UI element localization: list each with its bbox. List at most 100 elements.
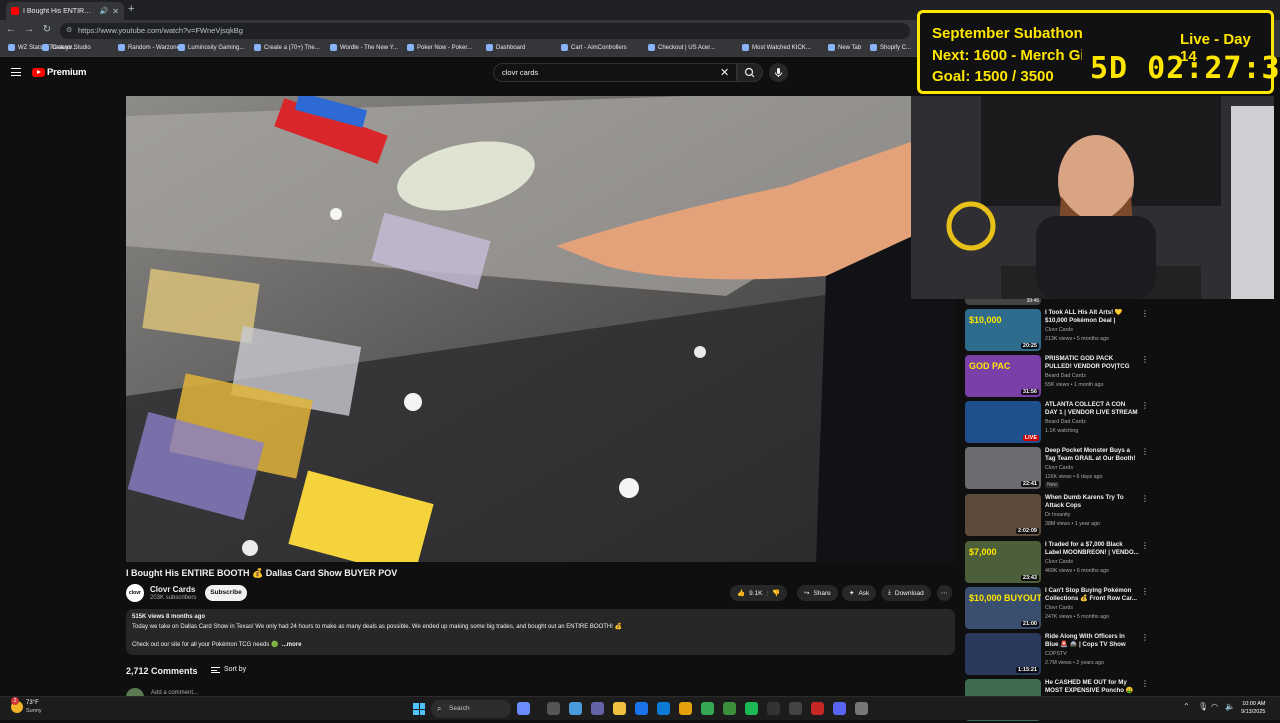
app-icon-4[interactable] bbox=[789, 702, 802, 715]
recommendation-item[interactable]: LIVE ATLANTA COLLECT A CON DAY 1 | VENDOR… bbox=[965, 401, 1275, 445]
bookmark-item[interactable]: Poker Now - Poker... bbox=[407, 44, 472, 51]
subscribe-button[interactable]: Subscribe bbox=[205, 585, 247, 601]
recommendation-item[interactable]: $7,000 23:43 I Traded for a $7,000 Black L… bbox=[965, 541, 1275, 585]
recommendation-channel[interactable]: COPSTV bbox=[1045, 651, 1067, 657]
system-clock[interactable]: 10:00 AM 9/13/2025 bbox=[1241, 700, 1265, 716]
recommendation-title[interactable]: Ride Along With Officers In Blue 🚨 🚔 | C… bbox=[1045, 633, 1139, 649]
bookmark-item[interactable]: Cart - AimControllers bbox=[561, 44, 627, 51]
video-thumbnail[interactable]: LIVE bbox=[965, 401, 1041, 443]
recommendation-item[interactable]: $10,000 BUYOUT! 21:00 I Can't Stop Buying … bbox=[965, 587, 1275, 631]
app-icon-2[interactable] bbox=[679, 702, 692, 715]
bookmark-item[interactable]: Shopify C... bbox=[870, 44, 911, 51]
settings-gear-icon[interactable] bbox=[855, 702, 868, 715]
new-tab-button[interactable]: + bbox=[128, 3, 134, 15]
bookmark-item[interactable]: Create a (70+) The... bbox=[254, 44, 320, 51]
description-box[interactable]: 515K views 8 months ago Today we take on… bbox=[126, 609, 955, 655]
recommendation-channel[interactable]: Clovr Cards bbox=[1045, 465, 1073, 471]
recommendation-item[interactable]: 2:02:09 When Dumb Karens Try To Attack Co… bbox=[965, 494, 1275, 538]
video-thumbnail[interactable]: $10,000 BUYOUT! 21:00 bbox=[965, 587, 1041, 629]
copilot-icon[interactable] bbox=[517, 702, 530, 715]
video-thumbnail[interactable]: GOD PAC 31:56 bbox=[965, 355, 1041, 397]
microphone-tray-icon[interactable]: 🎙 bbox=[1198, 702, 1208, 711]
more-actions-button[interactable]: ⋯ bbox=[937, 585, 952, 601]
sort-comments-button[interactable]: Sort by bbox=[211, 666, 246, 673]
bookmark-item[interactable]: Luminosity Gaming... bbox=[178, 44, 244, 51]
more-vertical-icon[interactable]: ⋮ bbox=[1141, 401, 1149, 410]
recommendation-title[interactable]: I Can't Stop Buying Pokémon Collections … bbox=[1045, 587, 1139, 603]
recommendation-item[interactable]: 1:15:21 Ride Along With Officers In Blue … bbox=[965, 633, 1275, 677]
mail-icon[interactable] bbox=[635, 702, 648, 715]
recommendation-item[interactable]: GOD PAC 31:56 PRISMATIC GOD PACK PULLED! V… bbox=[965, 355, 1275, 399]
video-thumbnail[interactable]: 2:02:09 bbox=[965, 494, 1041, 536]
bookmark-item[interactable]: Random - Warzone... bbox=[118, 44, 185, 51]
bookmark-item[interactable]: Wordle - The New Y... bbox=[330, 44, 398, 51]
search-button[interactable] bbox=[737, 63, 763, 82]
more-vertical-icon[interactable]: ⋮ bbox=[1141, 309, 1149, 318]
more-vertical-icon[interactable]: ⋮ bbox=[1141, 494, 1149, 503]
file-explorer-icon[interactable] bbox=[613, 702, 626, 715]
discord-icon[interactable] bbox=[833, 702, 846, 715]
more-link[interactable]: ...more bbox=[282, 642, 302, 648]
voice-search-button[interactable] bbox=[769, 63, 788, 82]
back-arrow-icon[interactable]: ← bbox=[4, 24, 18, 35]
channel-name[interactable]: Clovr Cards bbox=[150, 585, 195, 594]
bookmark-item[interactable]: Checkout | US Acer... bbox=[648, 44, 715, 51]
chevron-up-icon[interactable]: ⌃ bbox=[1183, 702, 1190, 711]
thumbs-down-icon[interactable]: 👎 bbox=[772, 589, 780, 597]
spotify-icon[interactable] bbox=[745, 702, 758, 715]
bookmark-item[interactable]: Dashboard bbox=[486, 44, 525, 51]
recommendation-title[interactable]: PRISMATIC GOD PACK PULLED! VENDOR POV|TC… bbox=[1045, 355, 1139, 371]
channel-avatar[interactable]: clovr bbox=[126, 584, 144, 602]
recommendation-item[interactable]: $10,000 20:25 I Took ALL His Alt Arts! 💛 $… bbox=[965, 309, 1275, 353]
recommendation-channel[interactable]: Clovr Cards bbox=[1045, 559, 1073, 565]
recommendation-title[interactable]: I Took ALL His Alt Arts! 💛 $10,000 Pokém… bbox=[1045, 309, 1139, 325]
video-player[interactable] bbox=[126, 96, 956, 562]
task-view-icon[interactable] bbox=[547, 702, 560, 715]
recommendation-channel[interactable]: Beard Dad Cardz bbox=[1045, 419, 1086, 425]
menu-hamburger-icon[interactable] bbox=[11, 68, 21, 76]
taskbar-search[interactable]: ⌕ Search bbox=[431, 700, 511, 718]
youtube-logo-icon[interactable] bbox=[32, 68, 45, 77]
ask-button[interactable]: ✦ Ask bbox=[842, 585, 877, 601]
wifi-icon[interactable]: ◠ bbox=[1211, 702, 1218, 711]
bookmark-item[interactable]: Most Watched KICK... bbox=[742, 44, 811, 51]
close-tab-icon[interactable]: ✕ bbox=[112, 7, 119, 16]
reload-icon[interactable]: ↻ bbox=[40, 24, 54, 35]
recommendation-item[interactable]: 22:41 Deep Pocket Monster Buys a Tag Team… bbox=[965, 447, 1275, 491]
recommendation-title[interactable]: When Dumb Karens Try To Attack Cops bbox=[1045, 494, 1139, 510]
video-thumbnail[interactable]: 1:15:21 bbox=[965, 633, 1041, 675]
more-vertical-icon[interactable]: ⋮ bbox=[1141, 679, 1149, 688]
forward-arrow-icon[interactable]: → bbox=[22, 24, 36, 35]
site-info-icon[interactable]: ⚙ bbox=[66, 26, 72, 34]
more-vertical-icon[interactable]: ⋮ bbox=[1141, 355, 1149, 364]
recommendation-channel[interactable]: Dr Insanity bbox=[1045, 512, 1070, 518]
recommendation-channel[interactable]: Beard Dad Cardz bbox=[1045, 373, 1086, 379]
more-vertical-icon[interactable]: ⋮ bbox=[1141, 587, 1149, 596]
more-vertical-icon[interactable]: ⋮ bbox=[1141, 633, 1149, 642]
more-vertical-icon[interactable]: ⋮ bbox=[1141, 447, 1149, 456]
recommendation-title[interactable]: He CASHED ME OUT for My MOST EXPENSIVE P… bbox=[1045, 679, 1139, 695]
share-button[interactable]: ↪ Share bbox=[797, 585, 838, 601]
more-vertical-icon[interactable]: ⋮ bbox=[1141, 541, 1149, 550]
video-thumbnail[interactable]: 22:41 bbox=[965, 447, 1041, 489]
bookmark-item[interactable]: Creator Studio bbox=[42, 44, 91, 51]
app-icon-5[interactable] bbox=[811, 702, 824, 715]
bookmark-item[interactable]: New Tab bbox=[828, 44, 861, 51]
windows-start-icon[interactable] bbox=[413, 703, 425, 715]
video-thumbnail[interactable]: $10,000 20:25 bbox=[965, 309, 1041, 351]
recommendation-channel[interactable]: Clovr Cards bbox=[1045, 327, 1073, 333]
youtube-logo-text[interactable]: Premium bbox=[47, 67, 86, 78]
edge-icon[interactable] bbox=[657, 702, 670, 715]
clear-search-icon[interactable]: ✕ bbox=[720, 66, 729, 79]
volume-icon[interactable]: 🔈 bbox=[1225, 702, 1235, 711]
recommendation-channel[interactable]: Clovr Cards bbox=[1045, 605, 1073, 611]
app-icon-3[interactable] bbox=[723, 702, 736, 715]
recommendation-title[interactable]: Deep Pocket Monster Buys a Tag Team GRAI… bbox=[1045, 447, 1139, 463]
partial-thumbnail[interactable]: 39:46 bbox=[965, 298, 1041, 305]
recommendation-title[interactable]: I Traded for a $7,000 Black Label MOONBR… bbox=[1045, 541, 1139, 557]
recommendation-title[interactable]: ATLANTA COLLECT A CON DAY 1 | VENDOR LIV… bbox=[1045, 401, 1139, 417]
teams-icon[interactable] bbox=[591, 702, 604, 715]
address-bar[interactable]: ⚙ https://www.youtube.com/watch?v=FWneVj… bbox=[60, 23, 910, 39]
chrome-icon[interactable] bbox=[701, 702, 714, 715]
search-input[interactable]: clovr cards bbox=[493, 63, 737, 82]
